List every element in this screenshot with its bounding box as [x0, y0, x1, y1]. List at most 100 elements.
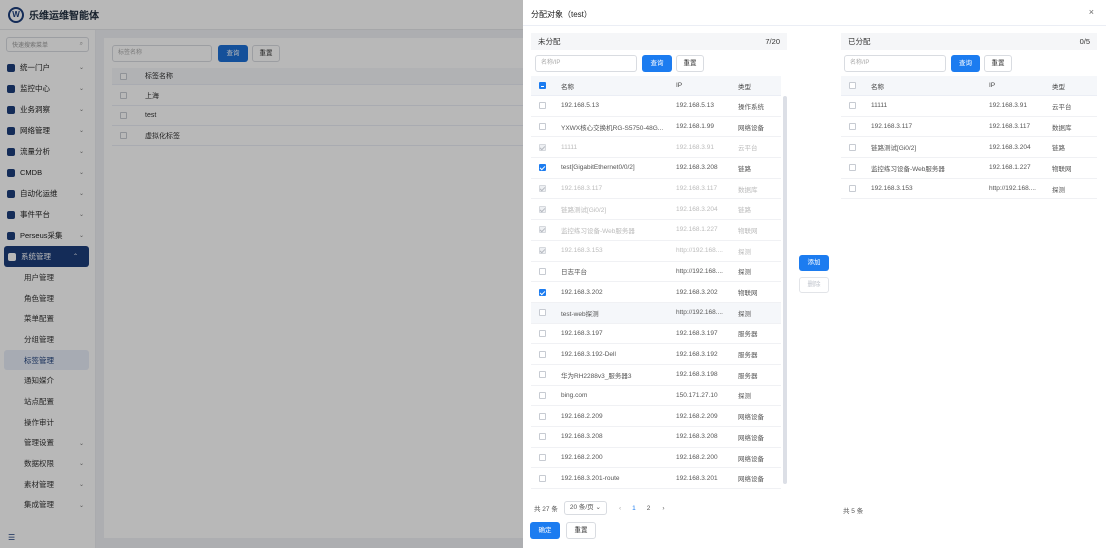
cell-type: 服务器 — [738, 331, 758, 339]
cell-type: 云平台 — [1052, 103, 1072, 111]
table-row[interactable]: 192.168.3.153 http://192.168.... 探测 — [841, 179, 1097, 200]
table-row[interactable]: 监控练习设备-Web服务器 192.168.1.227 物联网 — [531, 220, 781, 241]
confirm-button[interactable]: 确定 — [530, 522, 560, 539]
table-header: 名称 IP 类型 — [531, 76, 781, 96]
row-checkbox[interactable] — [848, 102, 856, 110]
table-row[interactable]: 11111 192.168.3.91 云平台 — [531, 137, 781, 159]
table-row[interactable]: 192.168.3.117 192.168.3.117 数据库 — [841, 117, 1097, 138]
row-checkbox[interactable] — [538, 350, 546, 358]
row-checkbox[interactable] — [538, 102, 546, 110]
unassigned-reset-button[interactable]: 重置 — [676, 55, 704, 72]
row-checkbox[interactable] — [848, 123, 856, 131]
assigned-table: 名称 IP 类型 11111 192.168.3.91 云平台 192.168.3.1… — [841, 76, 1097, 200]
scrollbar[interactable] — [783, 96, 787, 484]
cell-ip: http://192.168.... — [676, 309, 723, 317]
table-row[interactable]: 192.168.3.197 192.168.3.197 服务器 — [531, 324, 781, 345]
table-row[interactable]: 192.168.3.202 192.168.3.202 物联网 — [531, 282, 781, 303]
cell-ip: 192.168.3.192 — [676, 350, 718, 358]
cell-name: 192.168.3.208 — [561, 433, 603, 441]
row-checkbox[interactable] — [538, 329, 546, 337]
unassigned-title: 未分配 — [538, 37, 561, 46]
remove-button[interactable]: 删除 — [799, 277, 829, 293]
cell-name: 192.168.3.201-route — [561, 474, 620, 482]
table-row[interactable]: bing.com 150.171.27.10 探测 — [531, 386, 781, 407]
table-row[interactable]: 链路测试[Gi0/2] 192.168.3.204 链路 — [841, 137, 1097, 159]
table-row[interactable]: test[GigabitEthernet0/0/2] 192.168.3.208 链… — [531, 158, 781, 179]
next-page-icon[interactable]: › — [662, 505, 664, 512]
row-checkbox[interactable] — [538, 454, 546, 462]
header-checkbox-cell — [531, 82, 553, 89]
row-checkbox[interactable] — [538, 371, 546, 379]
cell-name: 192.168.2.209 — [561, 412, 603, 420]
prev-page-icon[interactable]: ‹ — [619, 505, 621, 512]
row-checkbox[interactable] — [538, 433, 546, 441]
cell-type: 数据库 — [738, 186, 758, 194]
table-row[interactable]: 192.168.2.200 192.168.2.200 网络设备 — [531, 448, 781, 469]
assigned-search-input[interactable]: 名称/IP — [844, 55, 946, 72]
table-row[interactable]: 192.168.3.208 192.168.3.208 网络设备 — [531, 427, 781, 448]
table-row[interactable]: 192.168.3.117 192.168.3.117 数据库 — [531, 179, 781, 200]
row-checkbox[interactable] — [848, 164, 856, 172]
cell-name: 监控练习设备-Web服务器 — [561, 227, 635, 235]
table-row[interactable]: YXWX核心交换机RG-S5750-48G... 192.168.1.99 网络设备 — [531, 117, 781, 138]
select-all-checkbox[interactable] — [538, 82, 546, 89]
row-checkbox[interactable] — [538, 247, 546, 255]
cell-ip: 192.168.3.197 — [676, 329, 718, 337]
footer-reset-button[interactable]: 重置 — [566, 522, 596, 539]
table-row[interactable]: 192.168.2.209 192.168.2.209 网络设备 — [531, 406, 781, 427]
row-checkbox[interactable] — [538, 267, 546, 275]
row-checkbox[interactable] — [538, 123, 546, 131]
page-1[interactable]: 1 — [632, 505, 636, 512]
row-checkbox[interactable] — [538, 226, 546, 234]
assigned-query-button[interactable]: 查询 — [951, 55, 980, 72]
unassigned-query-button[interactable]: 查询 — [642, 55, 672, 72]
table-row[interactable]: test-web探测 http://192.168.... 探测 — [531, 302, 781, 324]
table-row[interactable]: 192.168.3.192-Dell 192.168.3.192 服务器 — [531, 344, 781, 365]
cell-type: 探测 — [738, 248, 751, 256]
cell-ip: 192.168.1.99 — [676, 123, 714, 131]
add-button[interactable]: 添加 — [799, 255, 829, 271]
row-checkbox[interactable] — [538, 143, 546, 151]
row-checkbox[interactable] — [538, 412, 546, 420]
table-row[interactable]: 192.168.3.153 http://192.168.... 探测 — [531, 241, 781, 262]
table-row[interactable]: 日志平台 http://192.168.... 探测 — [531, 262, 781, 283]
cell-type: 探测 — [738, 310, 751, 318]
row-checkbox[interactable] — [538, 391, 546, 399]
table-row[interactable]: 192.168.5.13 192.168.5.13 操作系统 — [531, 96, 781, 117]
assigned-header: 已分配 0/5 — [841, 33, 1097, 50]
row-checkbox-cell — [531, 143, 553, 151]
unassigned-search-input[interactable]: 名称/IP — [535, 55, 637, 72]
table-row[interactable]: 链路测试[Gi0/2] 192.168.3.204 链路 — [531, 199, 781, 221]
row-checkbox[interactable] — [848, 143, 856, 151]
cell-ip: 192.168.3.204 — [676, 205, 718, 213]
row-checkbox[interactable] — [538, 309, 546, 317]
assigned-reset-button[interactable]: 重置 — [984, 55, 1012, 72]
cell-type: 探测 — [738, 393, 751, 401]
row-checkbox-cell — [531, 205, 553, 213]
row-checkbox[interactable] — [538, 185, 546, 193]
cell-type: 物联网 — [738, 227, 758, 235]
row-checkbox[interactable] — [538, 288, 546, 296]
row-checkbox[interactable] — [538, 205, 546, 213]
page-size-select[interactable]: 20 条/页 ⌄ — [563, 501, 607, 515]
row-checkbox-cell — [841, 102, 863, 110]
table-row[interactable]: 192.168.3.201-route 192.168.3.201 网络设备 — [531, 468, 781, 490]
row-checkbox[interactable] — [848, 185, 856, 193]
cell-ip: 150.171.27.10 — [676, 391, 718, 399]
row-checkbox-cell — [531, 288, 553, 296]
cell-ip: 192.168.3.208 — [676, 433, 718, 441]
close-icon[interactable]: × — [1089, 7, 1094, 17]
page-size-value: 20 条/页 — [569, 504, 594, 511]
cell-type: 网络设备 — [738, 455, 764, 463]
cell-name: 192.168.5.13 — [561, 102, 599, 110]
page-2[interactable]: 2 — [647, 505, 651, 512]
table-row[interactable]: 11111 192.168.3.91 云平台 — [841, 96, 1097, 117]
cell-name: 监控练习设备-Web服务器 — [871, 165, 945, 173]
select-all-checkbox[interactable] — [848, 82, 856, 89]
table-row[interactable]: 监控练习设备-Web服务器 192.168.1.227 物联网 — [841, 158, 1097, 179]
table-row[interactable]: 华为RH2288v3_服务器3 192.168.3.198 服务器 — [531, 365, 781, 386]
row-checkbox[interactable] — [538, 474, 546, 482]
cell-name: 192.168.3.197 — [561, 329, 603, 337]
row-checkbox[interactable] — [538, 164, 546, 172]
cell-type: 链路 — [1052, 145, 1065, 153]
